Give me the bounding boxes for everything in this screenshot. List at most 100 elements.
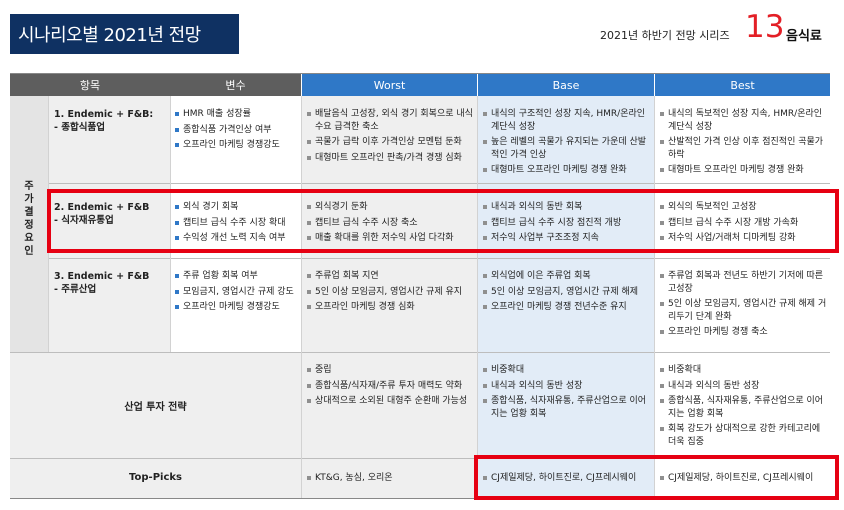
list-item: 외식 경기 회복 xyxy=(174,201,298,214)
list-item: 내식의 구조적인 성장 지속, HMR/온라인 계단식 성장 xyxy=(482,108,650,133)
row-title-line: 1. Endemic + F&B: xyxy=(54,109,154,120)
list-item: 중립 xyxy=(306,364,474,377)
row-title-1: 1. Endemic + F&B: - 종합식품업 xyxy=(54,108,153,134)
top-picks-base: CJ제일제당, 하이트진로, CJ프레시웨이 xyxy=(482,472,650,488)
row-title-2: 2. Endemic + F&B - 식자재유통업 xyxy=(54,201,149,227)
strategy-best: 비중확대 내식과 외식의 동반 성장 종합식품, 식자재유통, 주류산업으로 이… xyxy=(659,364,827,451)
header-variable-label: 변수 xyxy=(225,79,246,92)
row-divider xyxy=(48,183,830,184)
list-item: 5인 이상 모임금지, 영업시간 규제 유지 xyxy=(306,286,474,299)
list-item: 캡티브 급식 수주 시장 축소 xyxy=(306,217,474,230)
row3-variables: 주류 업황 회복 여부 모임금지, 영업시간 규제 강도 오프라인 마케팅 경쟁… xyxy=(174,270,298,317)
row-title-line: 3. Endemic + F&B xyxy=(54,271,150,282)
list-item: 모임금지, 영업시간 규제 강도 xyxy=(174,286,298,299)
header-worst-label: Worst xyxy=(373,78,406,92)
list-item: 주류 업황 회복 여부 xyxy=(174,270,298,283)
list-item: 회복 강도가 상대적으로 강한 카테고리에 더욱 집중 xyxy=(659,423,827,448)
header-base-label: Base xyxy=(552,78,580,92)
list-item: 외식경기 둔화 xyxy=(306,201,474,214)
list-item: 대형마트 오프라인 마케팅 경쟁 완화 xyxy=(482,164,650,177)
list-item: 종합식품, 식자재유통, 주류산업으로 이어지는 업황 회복 xyxy=(659,395,827,420)
row3-worst: 주류업 회복 지연 5인 이상 모임금지, 영업시간 규제 유지 오프라인 마케… xyxy=(306,270,474,317)
row3-base: 외식업에 이은 주류업 회복 5인 이상 모임금지, 영업시간 규제 해제 오프… xyxy=(482,270,650,317)
series-number: 13 xyxy=(745,9,785,45)
series-label: 2021년 하반기 전망 시리즈 xyxy=(600,29,730,42)
list-item: 종합식품 가격인상 여부 xyxy=(174,124,298,137)
list-item: 곡물가 급락 이후 가격인상 모멘텀 둔화 xyxy=(306,136,474,149)
list-item: 내식과 외식의 동반 성장 xyxy=(659,380,827,393)
list-item: 매출 확대를 위한 저수익 사업 다각화 xyxy=(306,232,474,245)
list-item: 배달음식 고성장, 외식 경기 회복으로 내식 수요 급격한 축소 xyxy=(306,108,474,133)
list-item: KT&G, 농심, 오리온 xyxy=(306,472,474,485)
row-title-line: - 주류산업 xyxy=(54,284,97,295)
list-item: 내식과 외식의 동반 성장 xyxy=(482,380,650,393)
list-item: 오프라인 마케팅 경쟁 전년수준 유지 xyxy=(482,301,650,314)
list-item: 수익성 개선 노력 지속 여부 xyxy=(174,232,298,245)
page-title: 시나리오별 2021년 전망 xyxy=(18,25,201,46)
row-title-line: - 식자재유통업 xyxy=(54,215,114,226)
list-item: 종합식품/식자재/주류 투자 매력도 약화 xyxy=(306,380,474,393)
list-item: 오프라인 마케팅 경쟁강도 xyxy=(174,139,298,152)
list-item: 상대적으로 소외된 대형주 순환매 가능성 xyxy=(306,395,474,408)
row1-base: 내식의 구조적인 성장 지속, HMR/온라인 계단식 성장 높은 레벨의 곡물… xyxy=(482,108,650,180)
list-item: 대형마트 오프라인 마케팅 경쟁 완화 xyxy=(659,164,827,177)
side-label: 주가결정요인 xyxy=(24,181,34,257)
list-item: 종합식품, 식자재유통, 주류산업으로 이어지는 업황 회복 xyxy=(482,395,650,420)
header-worst: Worst xyxy=(302,74,477,96)
header-best: Best xyxy=(655,74,830,96)
list-item: 높은 레벨의 곡물가 유지되는 가운데 산발적인 가격 인상 xyxy=(482,136,650,161)
row1-best: 내식의 독보적인 성장 지속, HMR/온라인 계단식 성장 산발적인 가격 인… xyxy=(659,108,827,180)
list-item: 저수익 사업부 구조조정 지속 xyxy=(482,232,650,245)
row2-variables: 외식 경기 회복 캡티브 급식 수주 시장 확대 수익성 개선 노력 지속 여부 xyxy=(174,201,298,248)
strategy-label: 산업 투자 전략 xyxy=(124,402,187,413)
strategy-base: 비중확대 내식과 외식의 동반 성장 종합식품, 식자재유통, 주류산업으로 이… xyxy=(482,364,650,423)
list-item: 내식의 독보적인 성장 지속, HMR/온라인 계단식 성장 xyxy=(659,108,827,133)
list-item: CJ제일제당, 하이트진로, CJ프레시웨이 xyxy=(482,472,650,485)
list-item: 저수익 사업/거래처 디마케팅 강화 xyxy=(659,232,827,245)
row2-best: 외식의 독보적인 고성장 캡티브 급식 수주 시장 개방 가속화 저수익 사업/… xyxy=(659,201,827,248)
row1-worst: 배달음식 고성장, 외식 경기 회복으로 내식 수요 급격한 축소 곡물가 급락… xyxy=(306,108,474,167)
column-divider xyxy=(301,96,302,498)
list-item: 주류업 회복과 전년도 하반기 기저에 따른 고성장 xyxy=(659,270,827,295)
header-base: Base xyxy=(478,74,654,96)
list-item: 캡티브 급식 수주 시장 확대 xyxy=(174,217,298,230)
top-picks-worst: KT&G, 농심, 오리온 xyxy=(306,472,474,488)
list-item: 내식과 외식의 동반 회복 xyxy=(482,201,650,214)
header-item: 항목 xyxy=(10,74,170,96)
column-divider xyxy=(654,96,655,498)
list-item: 외식의 독보적인 고성장 xyxy=(659,201,827,214)
row1-variables: HMR 매출 성장률 종합식품 가격인상 여부 오프라인 마케팅 경쟁강도 xyxy=(174,108,298,155)
row-title-line: - 종합식품업 xyxy=(54,122,105,133)
row2-worst: 외식경기 둔화 캡티브 급식 수주 시장 축소 매출 확대를 위한 저수익 사업… xyxy=(306,201,474,248)
list-item: 캡티브 급식 수주 시장 개방 가속화 xyxy=(659,217,827,230)
header-item-label: 항목 xyxy=(79,79,101,92)
list-item: 비중확대 xyxy=(482,364,650,377)
column-divider xyxy=(477,96,478,498)
list-item: HMR 매출 성장률 xyxy=(174,108,298,121)
list-item: 오프라인 마케팅 경쟁 축소 xyxy=(659,326,827,339)
list-item: 오프라인 마케팅 경쟁 심화 xyxy=(306,301,474,314)
list-item: CJ제일제당, 하이트진로, CJ프레시웨이 xyxy=(659,472,827,485)
header-best-label: Best xyxy=(730,78,755,92)
list-item: 주류업 회복 지연 xyxy=(306,270,474,283)
table-bottom-border xyxy=(10,498,830,499)
list-item: 5인 이상 모임금지, 영업시간 규제 해제 거리두기 단계 완화 xyxy=(659,298,827,323)
list-item: 산발적인 가격 인상 이후 점진적인 곡물가 하락 xyxy=(659,136,827,161)
list-item: 비중확대 xyxy=(659,364,827,377)
row-divider xyxy=(48,258,830,259)
row-divider xyxy=(10,458,830,459)
top-picks-label: Top-Picks xyxy=(129,472,182,483)
row3-best: 주류업 회복과 전년도 하반기 기저에 따른 고성장 5인 이상 모임금지, 영… xyxy=(659,270,827,342)
series-topic: 음식료 xyxy=(786,29,822,44)
list-item: 캡티브 급식 수주 시장 점진적 개방 xyxy=(482,217,650,230)
row-title-line: 2. Endemic + F&B xyxy=(54,202,150,213)
column-divider xyxy=(48,96,49,352)
top-picks-best: CJ제일제당, 하이트진로, CJ프레시웨이 xyxy=(659,472,827,488)
row2-base: 내식과 외식의 동반 회복 캡티브 급식 수주 시장 점진적 개방 저수익 사업… xyxy=(482,201,650,248)
strategy-worst: 중립 종합식품/식자재/주류 투자 매력도 약화 상대적으로 소외된 대형주 순… xyxy=(306,364,474,411)
list-item: 5인 이상 모임금지, 영업시간 규제 해제 xyxy=(482,286,650,299)
column-divider xyxy=(170,96,171,352)
list-item: 외식업에 이은 주류업 회복 xyxy=(482,270,650,283)
row-divider xyxy=(10,352,830,353)
list-item: 오프라인 마케팅 경쟁강도 xyxy=(174,301,298,314)
